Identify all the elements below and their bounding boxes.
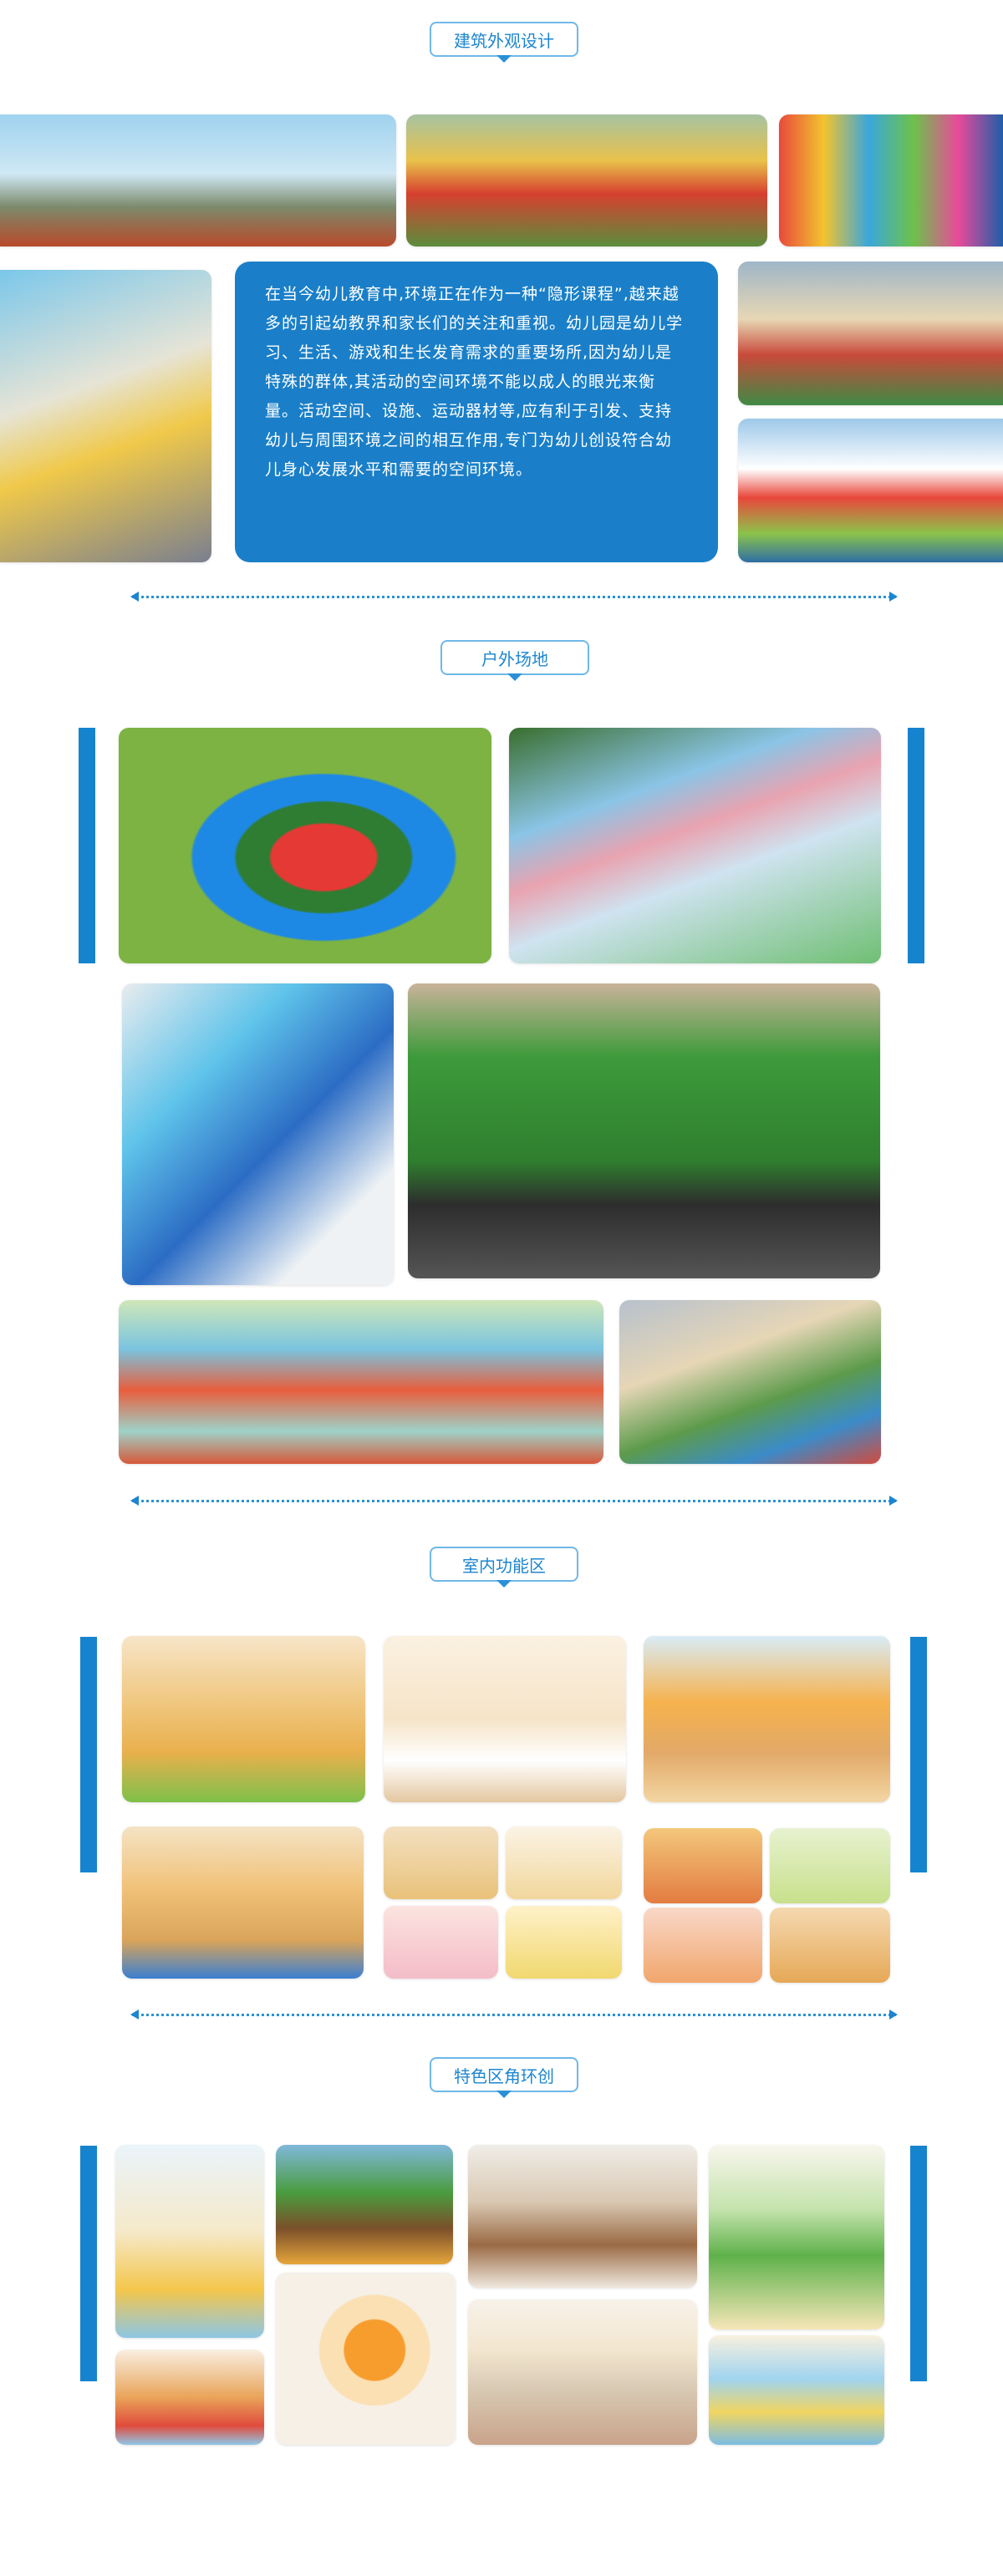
section-divider — [130, 2009, 898, 2020]
kindergarten-gate-photo — [406, 114, 767, 246]
section-divider — [130, 1496, 898, 1506]
display-shelf-photo — [468, 2145, 697, 2288]
left-accent-bar — [80, 2146, 97, 2381]
outdoor-courtyard-photo — [509, 728, 881, 963]
play-room-photo — [122, 1827, 364, 1979]
indoor-thumb-3 — [384, 1906, 498, 1979]
craft-wall-photo — [468, 2299, 697, 2445]
left-accent-bar — [79, 728, 95, 963]
aerial-campus-photo — [738, 262, 1003, 405]
outdoor-field-render — [119, 728, 491, 963]
sun-ceiling-photo — [276, 2273, 456, 2445]
kindergarten-building-photo — [0, 114, 396, 246]
campus-render-photo — [738, 419, 1003, 562]
indoor-thumb-6 — [770, 1828, 890, 1903]
section-title-architecture: 建筑外观设计 — [430, 22, 578, 63]
intro-text-box: 在当今幼儿教育中,环境正在作为一种“隐形课程”,越来越多的引起幼教界和家长们的关… — [235, 262, 718, 562]
indoor-thumb-5 — [644, 1828, 762, 1903]
indoor-thumb-8 — [770, 1908, 890, 1983]
running-track-render — [408, 983, 880, 1278]
reception-hall-photo — [384, 1636, 626, 1802]
colorful-building-photo — [779, 114, 1003, 246]
right-accent-bar — [910, 1637, 927, 1872]
tour-bus-corner-photo — [709, 2145, 884, 2330]
intro-paragraph: 在当今幼儿教育中,环境正在作为一种“隐形课程”,越来越多的引起幼教界和家长们的关… — [265, 285, 684, 479]
indoor-thumb-7 — [644, 1908, 762, 1983]
right-accent-bar — [910, 2146, 927, 2381]
site-plan-render — [122, 983, 394, 1285]
indoor-thumb-1 — [384, 1827, 498, 1899]
nature-corner-photo — [276, 2145, 453, 2264]
indoor-thumb-4 — [506, 1906, 622, 1979]
corridor-corner-photo — [115, 2145, 264, 2338]
garden-render — [619, 1300, 881, 1464]
playground-photo — [119, 1300, 603, 1464]
section-title-outdoor: 户外场地 — [440, 640, 589, 681]
entrance-street-photo — [0, 270, 211, 562]
reading-corner-photo — [115, 2350, 264, 2445]
left-accent-bar — [80, 1637, 97, 1872]
indoor-thumb-2 — [506, 1827, 622, 1899]
right-accent-bar — [908, 728, 924, 963]
hallway-corner-photo — [709, 2335, 884, 2445]
classroom-photo — [122, 1636, 365, 1802]
activity-hall-photo — [644, 1636, 890, 1802]
section-title-corners: 特色区角环创 — [430, 2057, 578, 2098]
section-title-indoor: 室内功能区 — [430, 1547, 578, 1588]
section-divider — [130, 592, 898, 602]
